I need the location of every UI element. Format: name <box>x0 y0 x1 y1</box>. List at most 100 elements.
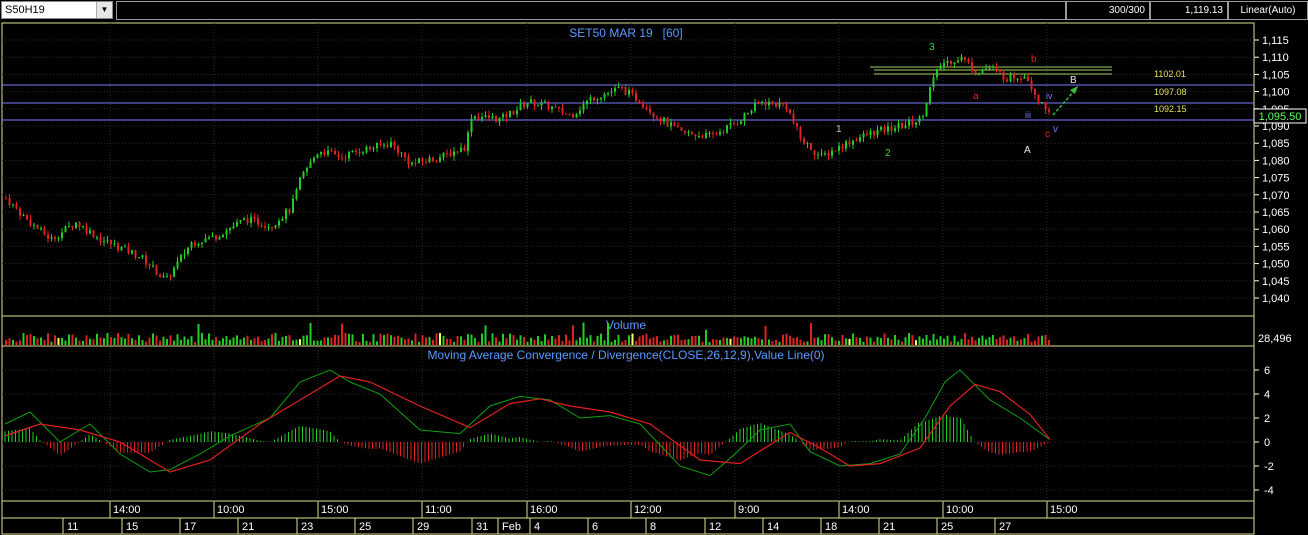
candle-body <box>785 104 788 110</box>
candle-body <box>754 103 756 111</box>
volume-bar <box>257 336 259 345</box>
volume-bar <box>747 337 749 345</box>
candle-body <box>876 129 879 136</box>
volume-bar <box>183 336 186 345</box>
volume-bar <box>456 336 459 345</box>
wave-label-iv: iv <box>1046 91 1053 101</box>
candle-body <box>446 152 448 154</box>
candle-body <box>1027 76 1029 82</box>
volume-bar <box>474 338 476 345</box>
candle-body <box>320 151 322 155</box>
candle-body <box>292 198 294 213</box>
price-tick-label: 1,115 <box>1262 35 1289 47</box>
date-tick-label: 21 <box>242 521 254 533</box>
volume-bar <box>117 333 119 345</box>
candle-body <box>71 225 74 228</box>
candle-body <box>141 255 144 258</box>
volume-bar <box>78 340 81 345</box>
candle-body <box>908 120 910 126</box>
volume-bar <box>516 339 518 345</box>
volume-bar <box>684 339 686 345</box>
volume-bar <box>817 337 819 345</box>
volume-bar <box>341 323 343 345</box>
candle-body <box>432 157 434 161</box>
volume-bar <box>239 339 242 345</box>
volume-bar <box>796 337 798 345</box>
candle-body <box>376 142 378 149</box>
candle-body <box>680 127 683 131</box>
volume-bar <box>848 338 851 345</box>
candle-body <box>862 133 865 138</box>
volume-bar <box>1002 335 1005 345</box>
volume-bar <box>75 337 77 345</box>
macd-title: Moving Average Convergence / Divergence(… <box>427 348 824 362</box>
candle-body <box>246 218 249 223</box>
volume-bar <box>246 335 249 345</box>
candle-body <box>253 216 256 219</box>
candle-body <box>64 226 67 233</box>
volume-bar <box>824 334 826 345</box>
signal-line <box>4 375 1051 473</box>
volume-bar <box>414 333 417 345</box>
volume-bar <box>687 339 690 345</box>
volume-bar <box>680 339 683 345</box>
candle-body <box>176 261 179 268</box>
candle-body <box>379 142 382 146</box>
candle-body <box>568 113 571 115</box>
candle-body <box>778 102 781 107</box>
volume-bar <box>537 335 539 345</box>
candle-body <box>397 146 399 154</box>
volume-bar <box>768 339 770 345</box>
volume-bar <box>813 337 816 345</box>
volume-bar <box>757 338 760 345</box>
toolbar: S50H19 ▼ 300/300 1,119.13 Linear(Auto) <box>0 0 1308 21</box>
candle-body <box>222 234 224 238</box>
candle-body <box>120 246 123 251</box>
volume-bar <box>593 341 595 345</box>
volume-bar <box>155 335 158 345</box>
candle-body <box>764 101 767 106</box>
volume-bar <box>299 339 301 345</box>
volume-bar <box>761 339 763 345</box>
candle-body <box>894 128 896 132</box>
scale-mode-button[interactable]: Linear(Auto) <box>1228 1 1308 20</box>
volume-bar <box>670 335 672 345</box>
volume-bar <box>712 339 714 345</box>
date-tick-label: 25 <box>941 521 953 533</box>
volume-bar <box>306 335 308 345</box>
candle-body <box>418 158 420 164</box>
candle-body <box>999 69 1001 72</box>
price-tick-label: 1,045 <box>1262 276 1290 288</box>
candle-body <box>12 204 14 206</box>
candle-body <box>187 247 189 254</box>
candle-body <box>740 121 742 124</box>
symbol-select[interactable]: S50H19 ▼ <box>1 1 113 19</box>
volume-bar <box>215 337 217 345</box>
candle-body <box>572 114 574 118</box>
candle-body <box>747 113 749 115</box>
volume-bar <box>743 336 746 345</box>
volume-bar <box>316 340 319 345</box>
level-label-3: 1092.15 <box>1154 104 1187 114</box>
candle-body <box>957 60 959 63</box>
volume-bar <box>964 333 966 345</box>
volume-bar <box>26 335 28 345</box>
candle-body <box>866 133 868 135</box>
chart-area[interactable]: SET50 MAR 19 [60] Volume Moving Average … <box>0 21 1308 535</box>
volume-bar <box>495 337 497 345</box>
candle-body <box>204 238 207 243</box>
volume-bar <box>698 335 700 345</box>
volume-bar <box>400 337 403 345</box>
candle-body <box>40 227 42 229</box>
chevron-down-icon[interactable]: ▼ <box>96 2 112 18</box>
volume-bar <box>236 335 238 345</box>
candle-body <box>533 99 536 107</box>
volume-bar <box>229 339 231 345</box>
level-label-2: 1097.08 <box>1154 87 1187 97</box>
volume-bar <box>484 325 487 345</box>
candle-body <box>264 226 266 228</box>
date-tick-label: 29 <box>417 521 429 533</box>
candle-body <box>344 157 347 159</box>
candle-body <box>621 86 623 88</box>
candle-body <box>383 144 385 146</box>
